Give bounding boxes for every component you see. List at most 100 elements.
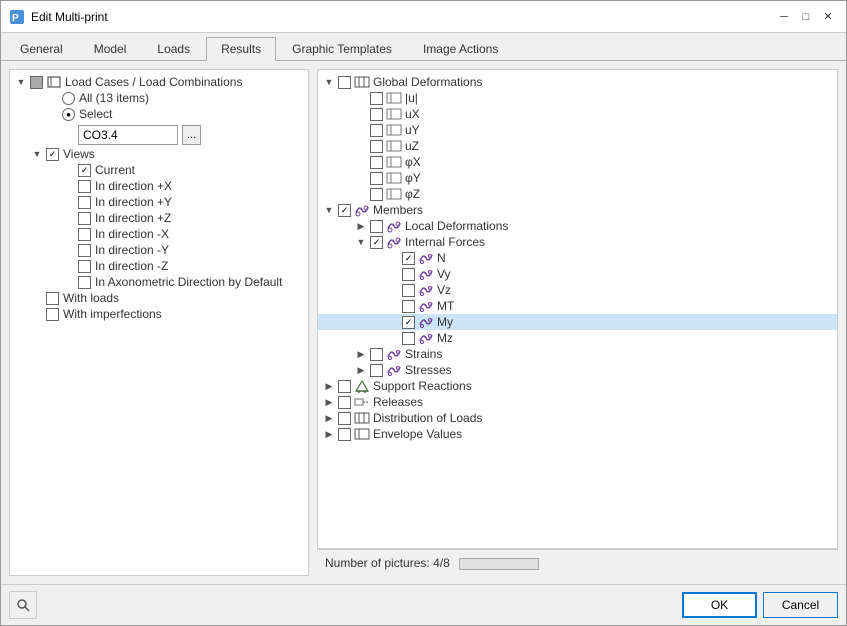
browse-button[interactable]: ... (182, 125, 201, 145)
cb-u-abs[interactable] (370, 92, 383, 105)
view-item-axonometric[interactable]: In Axonometric Direction by Default (10, 274, 308, 290)
cb-force-MT[interactable] (402, 300, 415, 313)
tree-phiy[interactable]: φY (318, 170, 837, 186)
tree-support-reactions[interactable]: Support Reactions (318, 378, 837, 394)
view-item-dirpz[interactable]: In direction +Z (10, 210, 308, 226)
cb-axonometric[interactable] (78, 276, 91, 289)
cb-distribution[interactable] (338, 412, 351, 425)
app-icon: P (9, 9, 25, 25)
ok-button[interactable]: OK (682, 592, 757, 618)
cb-envelope[interactable] (338, 428, 351, 441)
cb-local-def[interactable] (370, 220, 383, 233)
tree-force-My[interactable]: My (318, 314, 837, 330)
tree-force-Vy[interactable]: Vy (318, 266, 837, 282)
cb-force-Vy[interactable] (402, 268, 415, 281)
right-tree[interactable]: Global Deformations |u| (317, 69, 838, 549)
cb-dirpx[interactable] (78, 180, 91, 193)
tree-u-abs[interactable]: |u| (318, 90, 837, 106)
cancel-button[interactable]: Cancel (763, 592, 838, 618)
cb-with-loads[interactable] (46, 292, 59, 305)
close-button[interactable]: ✕ (818, 7, 838, 27)
tree-force-Vz[interactable]: Vz (318, 282, 837, 298)
tree-members[interactable]: Members (318, 202, 837, 218)
cb-dirpy[interactable] (78, 196, 91, 209)
internal-forces-label: Internal Forces (405, 235, 485, 249)
cb-dirny[interactable] (78, 244, 91, 257)
tree-ux[interactable]: uX (318, 106, 837, 122)
footer-buttons: OK Cancel (682, 592, 838, 618)
view-item-dirny[interactable]: In direction -Y (10, 242, 308, 258)
force-My-label: My (437, 315, 453, 329)
cb-phix[interactable] (370, 156, 383, 169)
members-icon (354, 203, 370, 217)
tree-phix[interactable]: φX (318, 154, 837, 170)
cb-ux[interactable] (370, 108, 383, 121)
tree-strains[interactable]: Strains (318, 346, 837, 362)
cb-phiz[interactable] (370, 188, 383, 201)
view-item-dirnx[interactable]: In direction -X (10, 226, 308, 242)
tree-internal-forces[interactable]: Internal Forces (318, 234, 837, 250)
tree-uz[interactable]: uZ (318, 138, 837, 154)
tree-local-deformations[interactable]: Local Deformations (318, 218, 837, 234)
tree-stresses[interactable]: Stresses (318, 362, 837, 378)
tab-results[interactable]: Results (206, 37, 276, 61)
cb-views[interactable] (46, 148, 59, 161)
view-item-dirpy[interactable]: In direction +Y (10, 194, 308, 210)
tree-load-cases-root[interactable]: Load Cases / Load Combinations (10, 74, 308, 90)
left-tree[interactable]: Load Cases / Load Combinations All (13 i… (9, 69, 309, 576)
tree-force-Mz[interactable]: Mz (318, 330, 837, 346)
cb-current[interactable] (78, 164, 91, 177)
search-button[interactable] (9, 591, 37, 619)
tree-with-loads[interactable]: With loads (10, 290, 308, 306)
view-item-current[interactable]: Current (10, 162, 308, 178)
maximize-button[interactable]: □ (796, 7, 816, 27)
cb-force-N[interactable] (402, 252, 415, 265)
cb-force-Vz[interactable] (402, 284, 415, 297)
cb-dirpz[interactable] (78, 212, 91, 225)
cb-with-imperfections[interactable] (46, 308, 59, 321)
view-dirpy-label: In direction +Y (95, 195, 172, 209)
cb-releases[interactable] (338, 396, 351, 409)
tab-graphic-templates[interactable]: Graphic Templates (277, 37, 407, 60)
tree-releases[interactable]: Releases (318, 394, 837, 410)
tab-model[interactable]: Model (79, 37, 142, 60)
with-loads-label: With loads (63, 291, 119, 305)
view-item-dirpx[interactable]: In direction +X (10, 178, 308, 194)
tab-image-actions[interactable]: Image Actions (408, 37, 513, 60)
cb-load-cases[interactable] (30, 76, 43, 89)
tree-force-N[interactable]: N (318, 250, 837, 266)
tab-loads[interactable]: Loads (142, 37, 205, 60)
view-item-dirnz[interactable]: In direction -Z (10, 258, 308, 274)
envelope-values-label: Envelope Values (373, 427, 462, 441)
tree-force-MT[interactable]: MT (318, 298, 837, 314)
cb-phiy[interactable] (370, 172, 383, 185)
co-input[interactable] (78, 125, 178, 145)
tree-select[interactable]: Select (10, 106, 308, 122)
cb-strains[interactable] (370, 348, 383, 361)
cb-stresses[interactable] (370, 364, 383, 377)
tree-global-deformations[interactable]: Global Deformations (318, 74, 837, 90)
tree-uy[interactable]: uY (318, 122, 837, 138)
tree-with-imperfections[interactable]: With imperfections (10, 306, 308, 322)
cb-members[interactable] (338, 204, 351, 217)
radio-all[interactable] (62, 92, 75, 105)
cb-force-Mz[interactable] (402, 332, 415, 345)
strains-icon (386, 347, 402, 361)
tree-phiz[interactable]: φZ (318, 186, 837, 202)
cb-global-def[interactable] (338, 76, 351, 89)
radio-select[interactable] (62, 108, 75, 121)
cb-uz[interactable] (370, 140, 383, 153)
cb-uy[interactable] (370, 124, 383, 137)
tab-general[interactable]: General (5, 37, 78, 60)
cb-internal-forces[interactable] (370, 236, 383, 249)
cb-dirnz[interactable] (78, 260, 91, 273)
tree-envelope-values[interactable]: Envelope Values (318, 426, 837, 442)
cb-force-My[interactable] (402, 316, 415, 329)
minimize-button[interactable]: ─ (774, 7, 794, 27)
cb-support-reactions[interactable] (338, 380, 351, 393)
tree-views-root[interactable]: Views (10, 146, 308, 162)
phix-label: φX (405, 155, 421, 169)
tree-all-items[interactable]: All (13 items) (10, 90, 308, 106)
tree-distribution-loads[interactable]: Distribution of Loads (318, 410, 837, 426)
cb-dirnx[interactable] (78, 228, 91, 241)
